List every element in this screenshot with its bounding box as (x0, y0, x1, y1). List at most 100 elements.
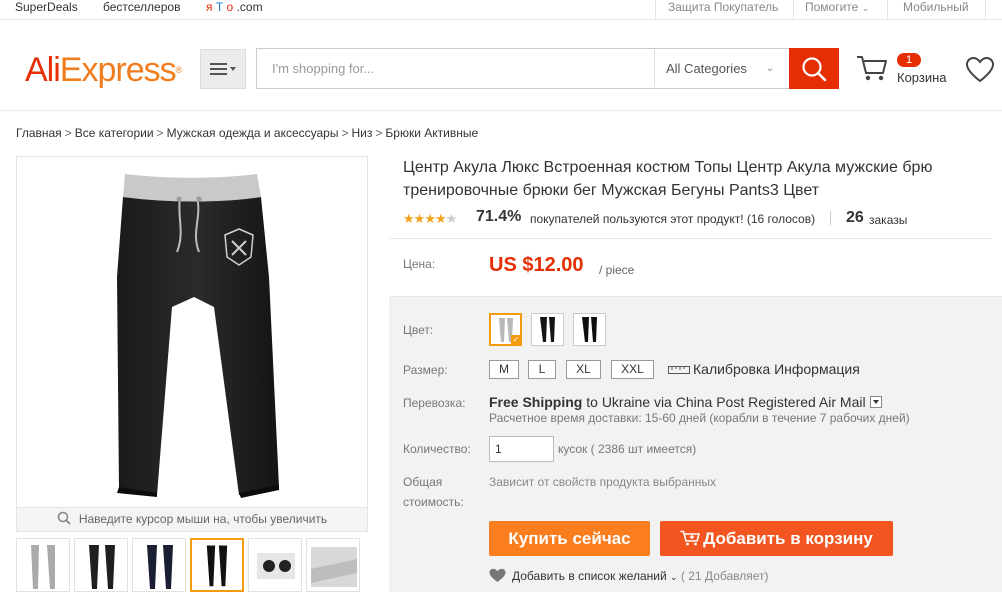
thumbnail-image (147, 545, 173, 589)
logo-ali: Ali (25, 51, 61, 89)
star-icon: ★ (424, 211, 436, 226)
color-swatch[interactable] (573, 313, 606, 346)
search-button[interactable] (789, 48, 839, 89)
color-swatch[interactable] (531, 313, 564, 346)
logo-trademark: ® (175, 65, 183, 75)
color-label: Цвет: (403, 323, 434, 337)
yato-o: о (226, 0, 234, 14)
superdeals-link[interactable]: SuperDeals (15, 0, 78, 14)
cart-link[interactable]: 1 Корзина (856, 50, 952, 90)
buyer-protection-link[interactable]: Защита Покупатель (668, 0, 778, 14)
yato-com: .com (236, 0, 263, 14)
topbar-divider (985, 0, 986, 20)
breadcrumb: Главная > Все категории > Мужская одежда и а… (16, 126, 479, 140)
ruler-icon (668, 366, 690, 374)
total-label-2: стоимость: (403, 495, 464, 509)
price-unit: / piece (599, 263, 635, 277)
zoom-hint-text: Наведите курсор мыши на, чтобы увеличить (78, 512, 328, 526)
total-label: Общая (403, 475, 443, 489)
check-icon: ✓ (511, 335, 520, 344)
help-label: Помогите (805, 0, 859, 14)
thumbnail-strip (16, 538, 368, 592)
search-icon (802, 57, 827, 82)
size-label: Размер: (403, 363, 448, 377)
price-value: US $12.00 (489, 254, 584, 276)
size-option-m[interactable]: M (489, 360, 519, 379)
swatch-image (582, 317, 597, 342)
size-option-xl[interactable]: XL (566, 360, 601, 379)
help-link[interactable]: Помогите ⌄ (805, 0, 869, 14)
product-title-line: тренировочные брюки бег Мужская Бегуны P… (403, 182, 820, 199)
rating-divider (830, 211, 831, 225)
breadcrumb-item[interactable]: Мужская одежда и аксессуары (167, 126, 339, 140)
product-title-line: Центр Акула Люкс Встроенная костюм Топы … (403, 159, 933, 176)
thumbnail-image (31, 545, 55, 589)
mobile-link[interactable]: Мобильный (903, 0, 969, 14)
shipping-dropdown-icon[interactable] (869, 396, 882, 408)
thumbnail-selected[interactable] (190, 538, 244, 592)
thumbnail[interactable] (16, 538, 70, 592)
breadcrumb-item[interactable]: Все категории (75, 126, 154, 140)
divider (389, 238, 992, 239)
add-to-cart-button[interactable]: Добавить в корзину (660, 521, 893, 556)
add-to-cart-label: Добавить в корзину (703, 529, 873, 548)
shipping-destination: Ukraine via China Post Registered Air Ma… (601, 394, 866, 410)
cart-icon (857, 56, 887, 81)
site-header: AliExpress® All Categories ⌄ 1 Корзина (0, 20, 1002, 111)
size-option-l[interactable]: L (528, 360, 556, 379)
heart-icon[interactable] (965, 56, 995, 83)
thumbnail-image (311, 547, 357, 587)
orders-label: заказы (869, 213, 908, 227)
rating-stars[interactable]: ★★★★★ (403, 211, 457, 227)
pants-image (117, 174, 279, 498)
quantity-availability: кусок ( 2386 шт имеется) (558, 442, 697, 456)
breadcrumb-item[interactable]: Главная (16, 126, 62, 140)
rating-percent: 71.4% (476, 208, 522, 225)
shipping-label: Перевозка: (403, 396, 466, 410)
thumbnail-image (206, 545, 228, 587)
cart-label: Корзина (897, 70, 947, 85)
shipping-info: Free Shipping to Ukraine via China Post … (489, 394, 882, 410)
rating-text[interactable]: покупателей пользуются этот продукт! (16… (530, 212, 815, 226)
logo-express: Express (59, 51, 177, 89)
size-calibration-link[interactable]: Калибровка Информация (668, 361, 860, 377)
product-title: Центр Акула Люкс Встроенная костюм Топы … (403, 156, 1002, 202)
product-main-image[interactable] (16, 156, 368, 508)
quantity-input[interactable] (489, 436, 554, 462)
size-option-xxl[interactable]: XXL (611, 360, 654, 379)
search-input[interactable] (272, 49, 642, 88)
chevron-down-icon: ⌄ (670, 572, 678, 582)
thumbnail[interactable] (132, 538, 186, 592)
thumbnail[interactable] (306, 538, 360, 592)
color-swatch-selected[interactable]: ✓ (489, 313, 522, 346)
star-icon: ★ (413, 211, 426, 226)
category-menu-button[interactable] (200, 49, 246, 89)
thumbnail-image (257, 553, 295, 579)
price-label: Цена: (403, 257, 436, 271)
orders-count: 26 (846, 209, 864, 226)
yato-link[interactable]: я Т о .com (206, 0, 263, 14)
heart-icon (489, 568, 506, 582)
add-to-wishlist[interactable]: Добавить в список желаний ⌄ ( 21 Добавля… (489, 568, 769, 583)
cart-plus-icon (680, 530, 701, 546)
buy-now-button[interactable]: Купить сейчас (489, 521, 650, 556)
topbar-divider (655, 0, 656, 20)
chevron-down-icon: ⌄ (861, 3, 870, 13)
yato-t: Т (215, 0, 224, 14)
aliexpress-logo[interactable]: AliExpress® (25, 50, 182, 90)
total-note: Зависит от свойств продукта выбранных (489, 475, 717, 489)
star-icon: ★ (403, 211, 415, 226)
category-select[interactable]: All Categories ⌄ (666, 49, 786, 88)
breadcrumb-item[interactable]: Брюки Активные (385, 126, 478, 140)
wishlist-label: Добавить в список желаний (512, 569, 667, 583)
breadcrumb-item[interactable]: Низ (352, 126, 373, 140)
free-shipping-text: Free Shipping (489, 394, 583, 410)
rating-row: ★★★★★ 71.4% покупателей пользуются этот … (403, 208, 993, 230)
thumbnail[interactable] (74, 538, 128, 592)
bestsellers-link[interactable]: бестселлеров (103, 0, 180, 14)
quantity-label: Количество: (403, 442, 471, 456)
topbar-divider (793, 0, 794, 20)
magnifier-icon (57, 511, 71, 525)
star-icon: ★ (434, 211, 447, 226)
thumbnail[interactable] (248, 538, 302, 592)
